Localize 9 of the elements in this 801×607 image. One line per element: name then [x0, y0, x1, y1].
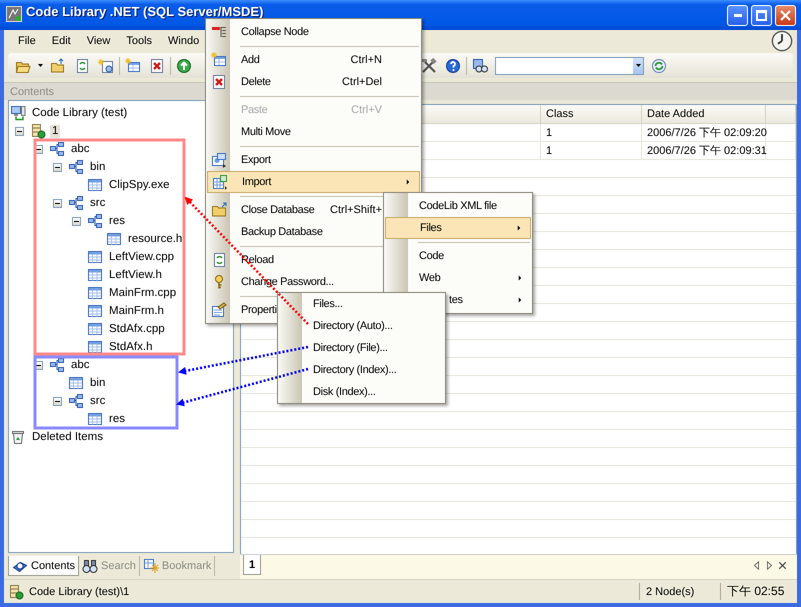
table-cell: 2006/7/26 下午 02:09:31	[642, 142, 766, 159]
status-time: 下午 02:55	[727, 583, 784, 600]
table-cell: 1	[541, 142, 642, 159]
table-cell: 1	[541, 124, 642, 141]
panel-title: Contents	[10, 86, 54, 98]
node-count: 2 Node(s)	[646, 586, 694, 598]
window-title: Code Library .NET (SQL Server/MSDE)	[26, 5, 264, 18]
table-cell: 2006/7/26 下午 02:09:20	[642, 124, 766, 141]
status-text: Code Library (test)\1	[29, 586, 130, 598]
